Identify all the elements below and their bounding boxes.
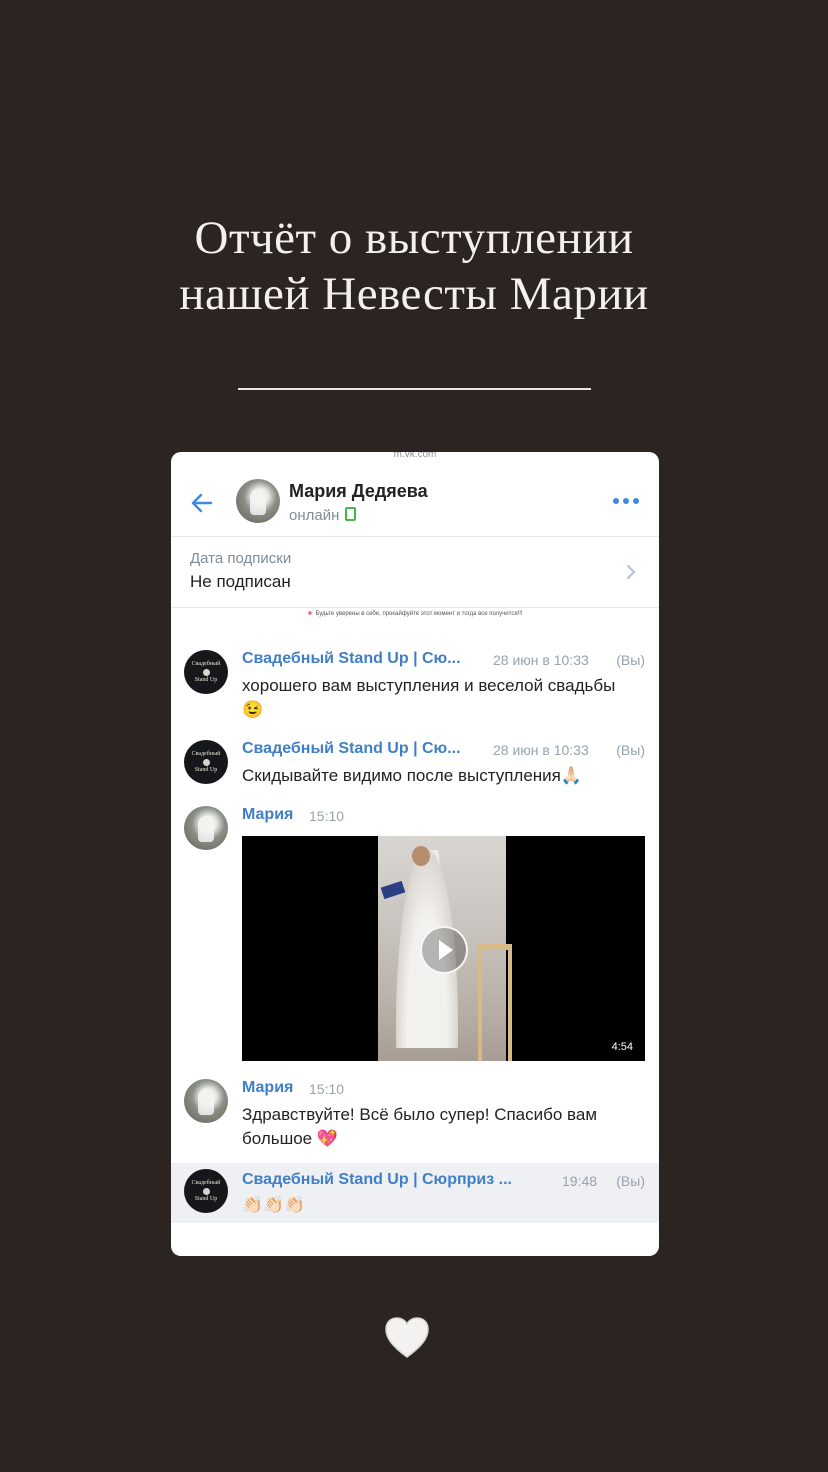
subscription-panel[interactable]: Дата подписки Не подписан [171,537,659,608]
mobile-online-icon [345,507,357,521]
sender-avatar[interactable] [184,806,228,850]
message-you-tag: (Вы) [616,742,645,758]
message-time: 15:10 [309,808,345,824]
brand-avatar[interactable]: Свадебный Stand Up [184,740,228,784]
subscription-value: Не подписан [190,572,291,591]
brand-avatar[interactable]: Свадебный Stand Up [184,1169,228,1213]
message-time: 28 июн в 10:33 [493,652,589,668]
pray-emoji: 🙏🏻 [560,766,583,785]
brand-avatar-line-1: Свадебный [191,1179,221,1186]
play-icon[interactable] [420,926,468,974]
title-divider [238,388,591,390]
message-time: 28 июн в 10:33 [493,742,589,758]
message-text-body: Скидывайте видимо после выступления [242,766,561,785]
heart-emoji: 💖 [316,1129,339,1148]
contact-name[interactable]: Мария Дедяева [289,481,428,502]
message-text: Здравствуйте! Всё было супер! Спасибо ва… [242,1103,632,1151]
clap-emoji: 👏🏻👏🏻👏🏻 [242,1195,306,1214]
pinned-note-text: Будьте уверены в себе, прокайфуйте этот … [315,611,523,617]
message-author[interactable]: Свадебный Stand Up | Сю... [242,740,461,758]
message-author[interactable]: Мария [242,806,293,824]
wink-emoji: 😉 [242,700,264,719]
flower-icon: ❀ [307,611,313,617]
message-item[interactable]: Свадебный Stand Up Свадебный Stand Up | С… [171,1163,659,1223]
message-item[interactable]: Мария 15:10 4:54 [171,806,659,1066]
pinned-note: ❀ Будьте уверены в себе, прокайфуйте этот… [171,610,659,617]
message-text: Скидывайте видимо после выступления🙏🏻 [242,764,647,788]
contact-avatar[interactable] [236,479,280,523]
story-title-line-1: Отчёт о выступлении [194,212,634,264]
message-you-tag: (Вы) [616,1173,645,1189]
brand-avatar-line-2: Stand Up [194,766,218,773]
more-dots-icon[interactable] [613,498,639,504]
online-status-text: онлайн [289,507,340,524]
message-author[interactable]: Свадебный Stand Up | Сюрприз ... [242,1171,512,1189]
brand-avatar[interactable]: Свадебный Stand Up [184,650,228,694]
chevron-right-icon [627,565,636,579]
white-heart-icon [385,1317,429,1358]
video-attachment[interactable]: 4:54 [242,836,645,1061]
story-title: Отчёт о выступлении нашей Невесты Марии [0,210,828,322]
brand-avatar-line-1: Свадебный [191,750,221,757]
message-item[interactable]: Свадебный Stand Up Свадебный Stand Up | С… [171,740,659,790]
chat-header: Мария Дедяева онлайн [171,452,659,537]
video-duration: 4:54 [611,1041,633,1053]
message-text-body: хорошего вам выступления и веселой свадь… [242,676,616,695]
message-text: 👏🏻👏🏻👏🏻 [242,1193,647,1217]
message-item[interactable]: Мария 15:10 Здравствуйте! Всё было супер… [171,1079,659,1155]
brand-avatar-line-2: Stand Up [194,676,218,683]
message-author[interactable]: Свадебный Stand Up | Сю... [242,650,461,668]
message-text-body: Здравствуйте! Всё было супер! Спасибо ва… [242,1105,598,1148]
brand-avatar-line-2: Stand Up [194,1195,218,1202]
online-status: онлайн [289,507,357,524]
back-arrow-icon[interactable] [189,490,215,516]
subscription-label: Дата подписки [190,550,292,567]
story-title-line-2: нашей Невесты Марии [179,268,649,320]
message-author[interactable]: Мария [242,1079,293,1097]
brand-avatar-line-1: Свадебный [191,660,221,667]
chat-screenshot-card: m.vk.com Мария Дедяева онлайн Дата подпи… [171,452,659,1256]
message-text: хорошего вам выступления и веселой свадь… [242,674,647,722]
message-time: 19:48 [562,1173,598,1189]
sender-avatar[interactable] [184,1079,228,1123]
message-item[interactable]: Свадебный Stand Up Свадебный Stand Up | С… [171,650,659,726]
message-you-tag: (Вы) [616,652,645,668]
message-time: 15:10 [309,1081,345,1097]
